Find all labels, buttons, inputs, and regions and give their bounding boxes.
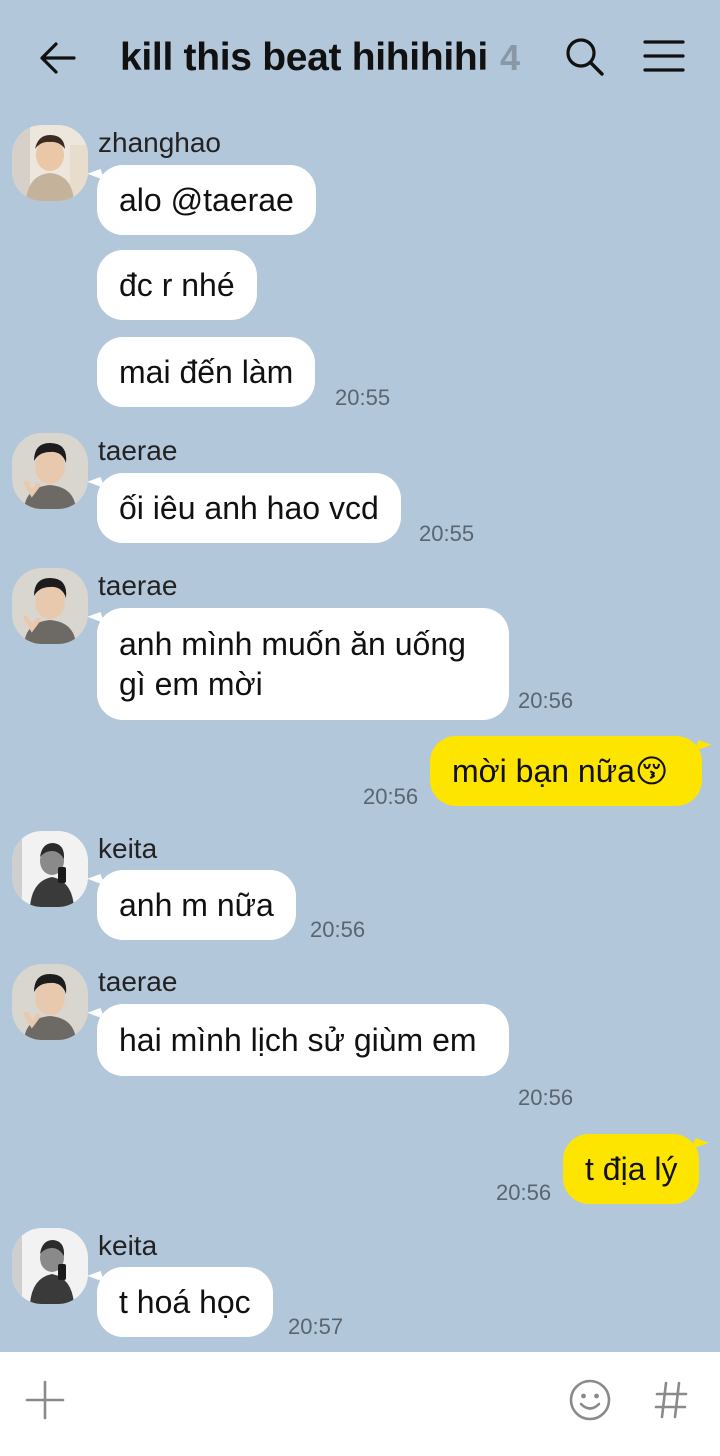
message-bubble-mine[interactable]: mời bạn nữa😚 [430, 736, 702, 806]
message-time: 20:55 [335, 385, 391, 410]
message-time: 20:57 [288, 1314, 344, 1339]
message-time: 20:56 [518, 688, 574, 713]
avatar[interactable] [12, 964, 88, 1040]
avatar[interactable] [12, 831, 88, 907]
avatar[interactable] [12, 125, 88, 201]
message-bubble[interactable]: anh mình muốn ăn uống gì em mời [97, 608, 509, 720]
search-icon[interactable] [564, 36, 606, 78]
message-bubble[interactable]: đc r nhé [97, 250, 257, 320]
sender-name: zhanghao [98, 127, 222, 158]
hashtag-icon[interactable] [654, 1380, 688, 1420]
chat-title: kill this beat hihihihi [120, 36, 488, 79]
avatar[interactable] [12, 1228, 88, 1304]
member-count: 4 [499, 37, 520, 78]
chat-messages[interactable]: zhanghao alo @taerae đc r nhé mai đến là… [0, 112, 720, 1352]
message-bubble[interactable]: alo @taerae [97, 165, 316, 235]
avatar[interactable] [12, 433, 88, 509]
sender-name: keita [98, 833, 158, 864]
plus-icon[interactable] [25, 1380, 65, 1420]
message-bubble[interactable]: hai mình lịch sử giùm em [97, 1004, 509, 1076]
chat-title-area[interactable]: kill this beat hihihihi 4 [120, 36, 520, 80]
message-bubble-mine[interactable]: t địa lý [563, 1134, 700, 1204]
message-bubble[interactable]: t hoá học [97, 1267, 273, 1337]
message-bubble[interactable]: mai đến làm [97, 337, 316, 407]
message-time: 20:56 [310, 917, 366, 942]
message-time: 20:55 [419, 521, 475, 546]
chat-header: kill this beat hihihihi 4 [0, 0, 720, 112]
back-arrow-icon[interactable] [36, 36, 80, 80]
emoji-icon[interactable] [568, 1378, 612, 1422]
message-time: 20:56 [518, 1085, 574, 1110]
sender-name: keita [98, 1230, 158, 1261]
input-bar [0, 1352, 720, 1456]
sender-name: taerae [98, 435, 178, 466]
sender-name: taerae [98, 966, 178, 997]
sender-name: taerae [98, 570, 178, 601]
message-time: 20:56 [496, 1180, 552, 1205]
message-bubble[interactable]: ối iêu anh hao vcd [97, 473, 401, 543]
menu-icon[interactable] [643, 38, 685, 74]
message-bubble[interactable]: anh m nữa [97, 870, 296, 940]
message-time: 20:56 [363, 784, 419, 809]
avatar[interactable] [12, 568, 88, 644]
